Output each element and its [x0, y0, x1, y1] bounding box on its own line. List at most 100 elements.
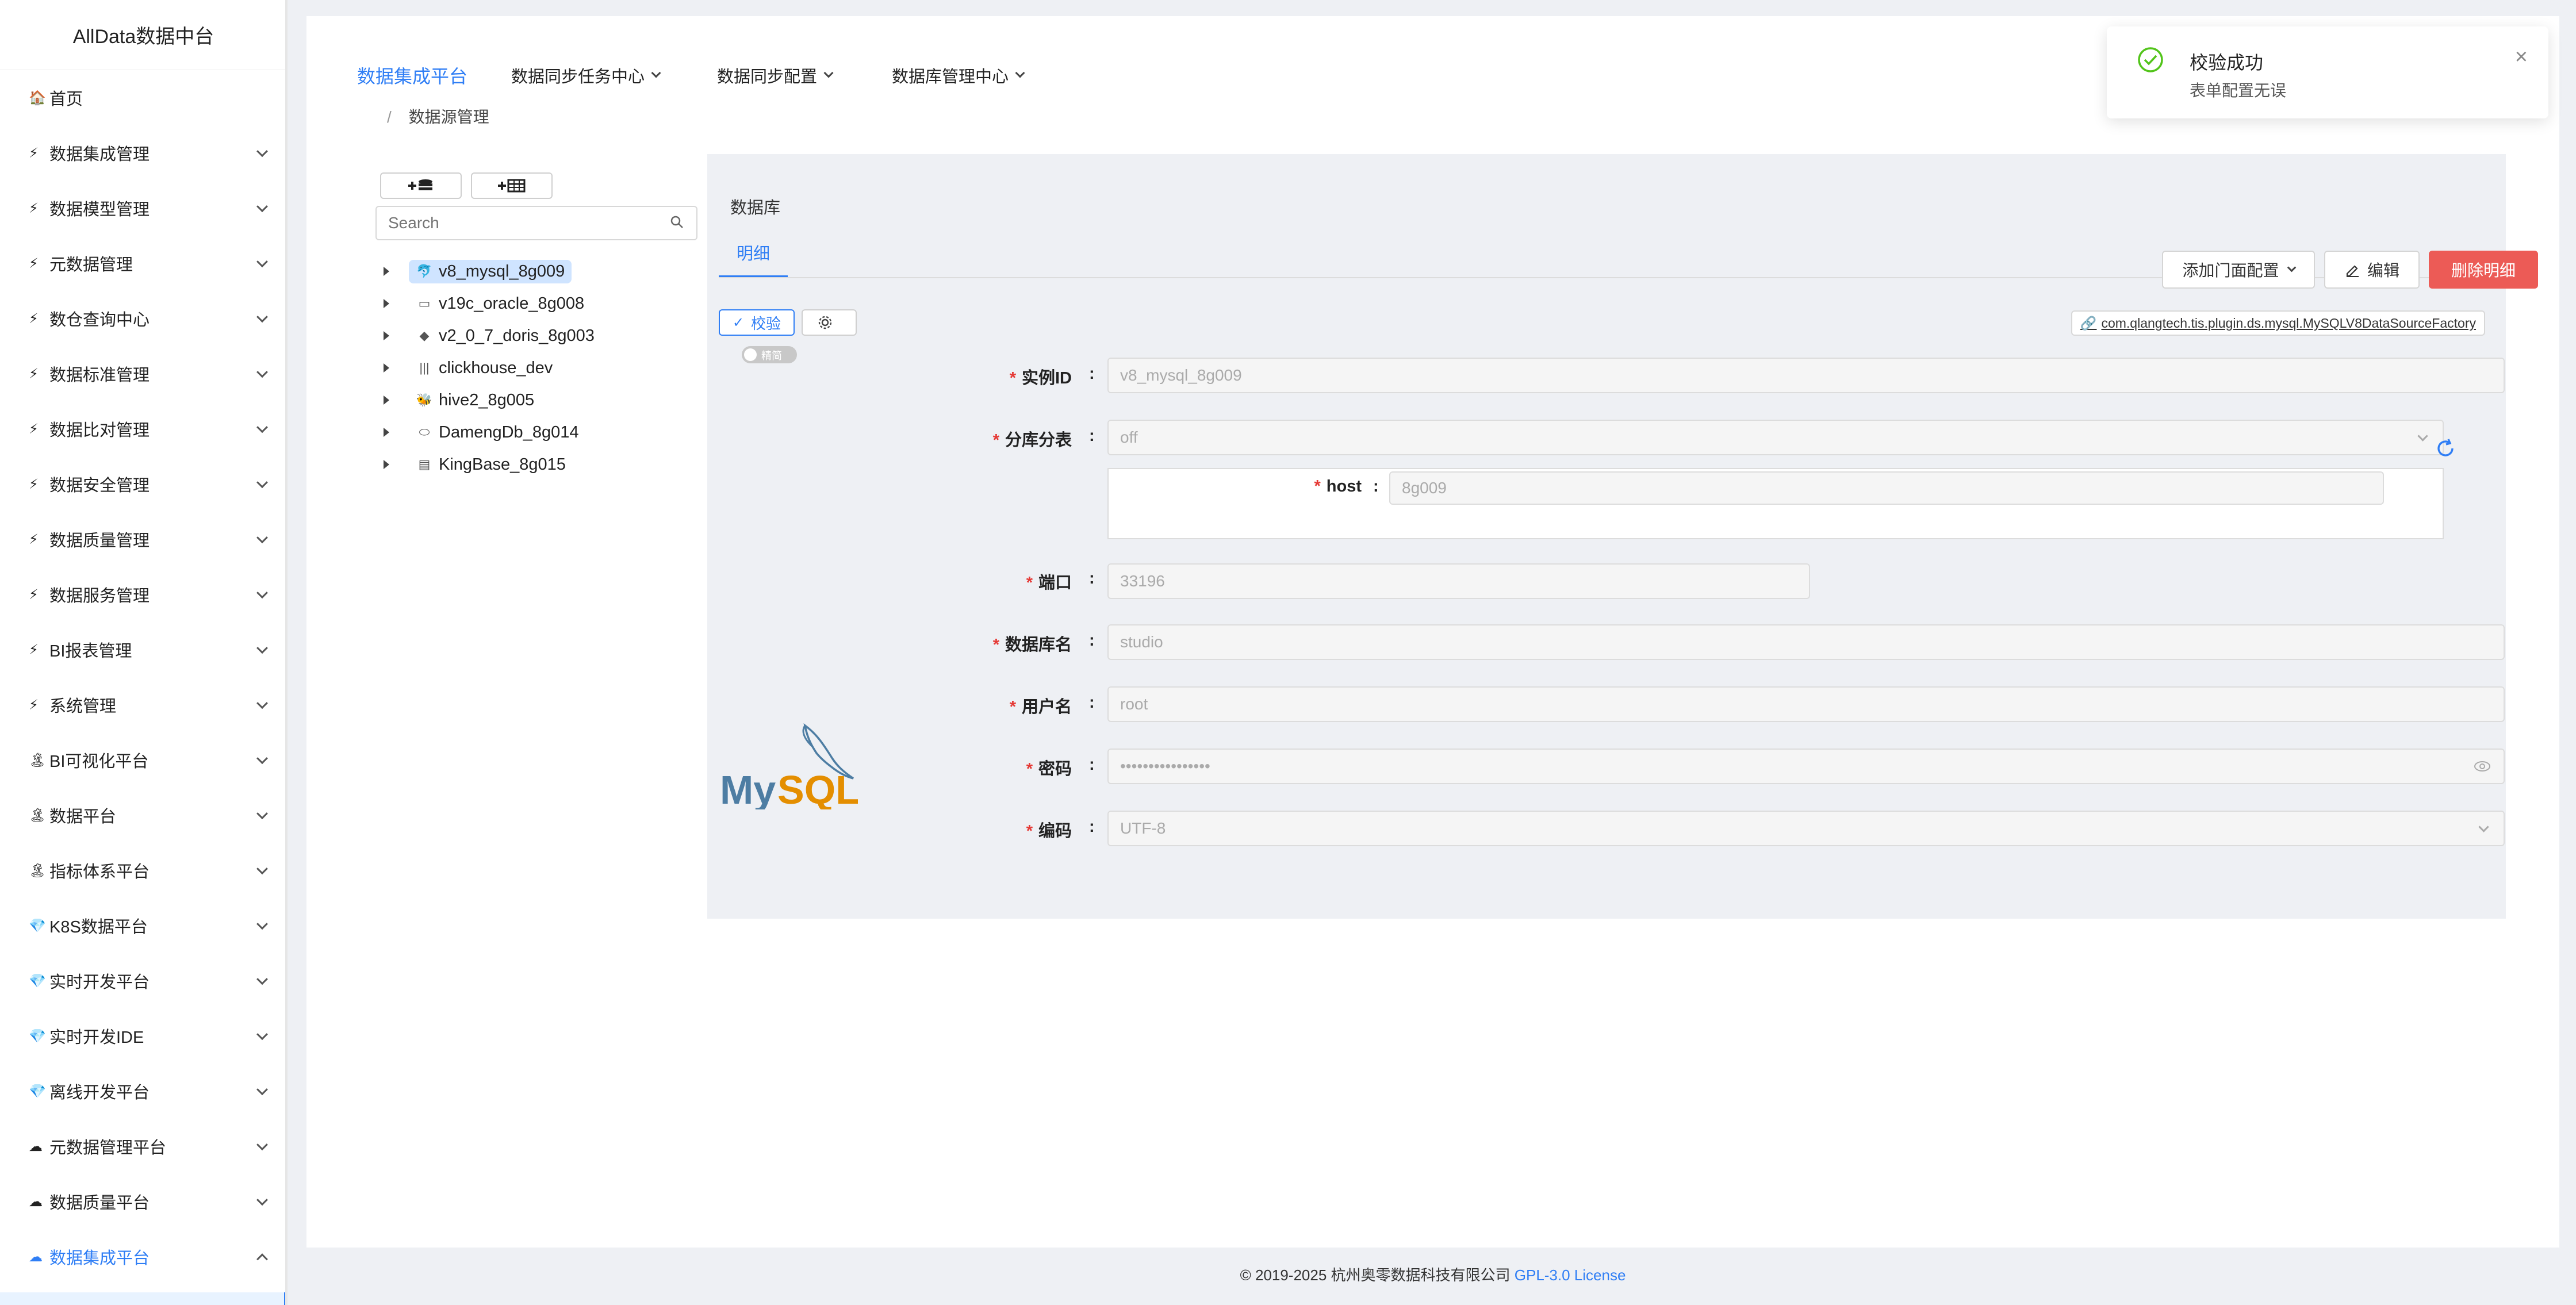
tree-node[interactable]: ▭ v19c_oracle_8g008: [381, 287, 703, 320]
eye-icon[interactable]: [2474, 760, 2491, 773]
gem-icon: 💎: [29, 1083, 46, 1099]
tree-node[interactable]: 🐝 hive2_8g005: [381, 384, 703, 416]
tree-node-label: DamengDb_8g014: [439, 423, 579, 442]
chevron-down-icon: [256, 918, 268, 930]
tree-node[interactable]: ⬭ DamengDb_8g014: [381, 416, 703, 448]
doris-icon: ◆: [419, 328, 430, 343]
nav-sync-config[interactable]: 数据同步配置: [717, 63, 834, 87]
copyright-text: © 2019-2025 杭州奥零数据科技有限公司: [1240, 1266, 1511, 1284]
tree-toolbar: [380, 172, 553, 199]
check-circle-icon: [2138, 47, 2163, 72]
chevron-down-icon: [256, 863, 268, 875]
sidebar-item[interactable]: ☁ 数据质量平台: [0, 1174, 287, 1229]
verify-button[interactable]: ✓ 校验: [719, 309, 795, 336]
tree-node[interactable]: ◆ v2_0_7_doris_8g003: [381, 320, 703, 352]
panel-title: 数据库: [730, 199, 781, 217]
caret-right-icon[interactable]: [384, 428, 389, 437]
mysql-logo: My SQL: [720, 723, 858, 809]
edit-button[interactable]: 编辑: [2324, 251, 2420, 289]
sidebar-item-label: 数据服务管理: [49, 587, 150, 605]
compact-toggle[interactable]: 精简: [742, 346, 797, 363]
sidebar-item[interactable]: ⚡ 元数据管理: [0, 236, 287, 291]
sidebar-item[interactable]: 💎 实时开发平台: [0, 953, 287, 1008]
tab-detail[interactable]: 明细: [719, 240, 788, 278]
link-icon: 🔗: [2080, 315, 2097, 331]
house-icon: 🏠: [29, 90, 46, 106]
caret-right-icon[interactable]: [384, 396, 389, 405]
add-facade-config-button[interactable]: 添加门面配置: [2162, 251, 2315, 289]
lightning-icon: ⚡: [29, 255, 39, 271]
sidebar-item[interactable]: ☁ 元数据管理平台: [0, 1119, 287, 1174]
sidebar-item[interactable]: ⚡ 数据标准管理: [0, 346, 287, 401]
close-icon[interactable]: ×: [2515, 45, 2528, 70]
sidebar-item[interactable]: 💎 离线开发平台: [0, 1064, 287, 1119]
username-field[interactable]: root: [1107, 686, 2505, 722]
palm-tree-icon: 🏝: [29, 752, 47, 768]
kingbase-icon: ▤: [418, 457, 431, 471]
label-colon: :: [1089, 569, 1095, 588]
tree-search-input[interactable]: [388, 207, 664, 239]
chevron-down-icon: [256, 697, 268, 709]
tree-node-label: KingBase_8g015: [439, 455, 566, 474]
tree-node[interactable]: ▤ KingBase_8g015: [381, 448, 703, 481]
field-value: 8g009: [1402, 479, 1447, 497]
sidebar-item[interactable]: ⚡ 数据集成管理: [0, 125, 287, 181]
sidebar-item[interactable]: 🏠 首页: [0, 70, 287, 125]
sidebar-item[interactable]: 💎 实时开发IDE: [0, 1008, 287, 1064]
button-label: 编辑: [2367, 262, 2399, 279]
sidebar-item-label: 数据比对管理: [49, 421, 150, 440]
tree-node[interactable]: ||| clickhouse_dev: [381, 352, 703, 384]
sidebar-item[interactable]: 🏝 数据平台: [0, 788, 287, 843]
refresh-icon[interactable]: [2434, 437, 2457, 460]
sharding-select[interactable]: off: [1107, 420, 2444, 455]
sidebar-item[interactable]: 🏝 指标体系平台: [0, 843, 287, 898]
license-link[interactable]: GPL-3.0 License: [1515, 1266, 1626, 1284]
sidebar-item[interactable]: ⚡ 数据质量管理: [0, 512, 287, 567]
field-value: off: [1120, 428, 1138, 446]
delete-detail-button[interactable]: 删除明细: [2429, 251, 2538, 289]
toggle-label: 精简: [761, 350, 782, 362]
plugin-class-link[interactable]: 🔗 com.qlangtech.tis.plugin.ds.mysql.MySQ…: [2071, 310, 2485, 336]
caret-right-icon[interactable]: [384, 299, 389, 308]
password-field[interactable]: ••••••••••••••••: [1107, 749, 2505, 784]
sidebar-item[interactable]: 🏝 BI可视化平台: [0, 732, 287, 788]
sidebar-item[interactable]: ⚡ 系统管理: [0, 677, 287, 732]
instance-id-field[interactable]: v8_mysql_8g009: [1107, 358, 2505, 393]
sidebar-item-label: 数据标准管理: [49, 366, 150, 385]
sidebar-item[interactable]: ☁ 数据集成平台: [0, 1229, 287, 1284]
settings-dropdown-button[interactable]: [802, 309, 857, 336]
host-field[interactable]: 8g009: [1389, 471, 2384, 505]
caret-right-icon[interactable]: [384, 331, 389, 340]
tree-node[interactable]: 🐬 v8_mysql_8g009: [381, 255, 703, 287]
nav-database-center[interactable]: 数据库管理中心: [892, 63, 1025, 87]
caret-right-icon[interactable]: [384, 363, 389, 373]
chevron-down-icon: [256, 145, 268, 158]
chevron-down-icon: [256, 201, 268, 213]
nav-sync-task-center[interactable]: 数据同步任务中心: [511, 63, 661, 87]
chevron-down-icon: [256, 753, 268, 765]
database-name-field[interactable]: studio: [1107, 624, 2505, 660]
check-icon: ✓: [732, 314, 745, 331]
add-datasource-button[interactable]: [380, 172, 462, 199]
sidebar-item[interactable]: ⚡ 数据模型管理: [0, 181, 287, 236]
add-table-button[interactable]: [471, 172, 553, 199]
sidebar-scrollbar[interactable]: [285, 0, 288, 1305]
sidebar-item[interactable]: ⚡ 数仓查询中心: [0, 291, 287, 346]
label-colon: :: [1089, 693, 1095, 712]
tree-node-label: v8_mysql_8g009: [439, 262, 565, 281]
port-field[interactable]: 33196: [1107, 563, 1810, 599]
caret-right-icon[interactable]: [384, 460, 389, 469]
sidebar-item[interactable]: ⚡ 数据比对管理: [0, 401, 287, 456]
encoding-select[interactable]: UTF-8: [1107, 811, 2505, 846]
sidebar-item[interactable]: ⚡ 数据服务管理: [0, 567, 287, 622]
caret-right-icon[interactable]: [384, 267, 389, 276]
sidebar-item[interactable]: 💎 K8S数据平台: [0, 898, 287, 953]
sidebar-item[interactable]: ⚡ 数据安全管理: [0, 456, 287, 512]
sidebar-item[interactable]: ⚡ BI报表管理: [0, 622, 287, 677]
nav-data-integration-platform[interactable]: 数据集成平台: [357, 62, 467, 89]
edit-icon: [2346, 265, 2359, 277]
chevron-down-icon: [256, 1028, 268, 1041]
field-value: root: [1120, 695, 1148, 713]
search-icon[interactable]: [670, 215, 684, 229]
chevron-down-icon: [256, 477, 268, 489]
